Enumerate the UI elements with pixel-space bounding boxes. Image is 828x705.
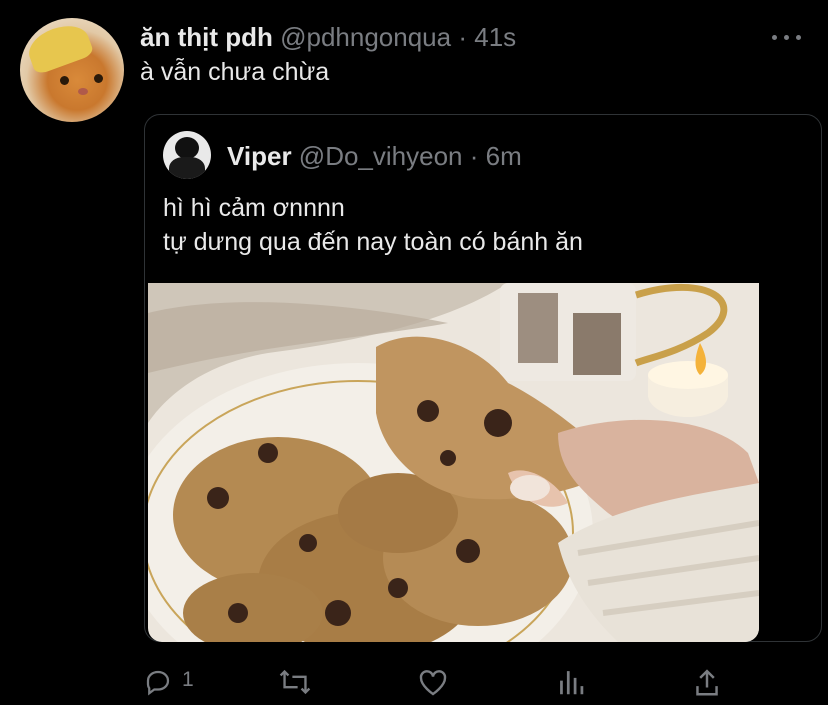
cookies-photo-illustration xyxy=(148,283,759,642)
cat-nose xyxy=(78,88,88,95)
quoted-display-name[interactable]: Viper xyxy=(227,141,292,171)
more-options-icon[interactable] xyxy=(772,30,802,44)
tweet-timestamp[interactable]: 41s xyxy=(474,22,516,52)
quoted-timestamp[interactable]: 6m xyxy=(486,141,522,171)
cat-eye-left xyxy=(60,76,69,85)
tweet-text: à vẫn chưa chừa xyxy=(140,58,330,86)
author-handle[interactable]: @pdhngonqua xyxy=(280,22,451,52)
author-display-name[interactable]: ăn thịt pdh xyxy=(140,22,273,52)
banana-peel xyxy=(23,18,95,76)
tweet-header: ăn thịt pdh @pdhngonqua · 41s xyxy=(140,22,516,53)
like-icon[interactable] xyxy=(417,667,449,697)
author-avatar[interactable] xyxy=(20,18,124,122)
retweet-icon[interactable] xyxy=(278,667,312,697)
reply-icon[interactable] xyxy=(143,667,173,697)
meta-separator: · xyxy=(458,22,467,52)
share-icon[interactable] xyxy=(693,667,721,697)
cookies-photo[interactable] xyxy=(148,283,759,642)
quoted-tweet-text: hì hì cảm ơnnnn tự dưng qua đến nay toàn… xyxy=(163,194,583,256)
cat-eye-right xyxy=(94,74,103,83)
quoted-tweet-card[interactable]: Viper @Do_vihyeon · 6m hì hì cảm ơnnnn t… xyxy=(144,114,822,642)
analytics-icon[interactable] xyxy=(557,667,585,697)
quoted-meta-separator: · xyxy=(469,141,479,171)
quoted-author-avatar[interactable] xyxy=(163,131,211,179)
quoted-handle[interactable]: @Do_vihyeon xyxy=(299,141,463,171)
reply-count: 1 xyxy=(182,668,194,691)
quoted-tweet-header: Viper @Do_vihyeon · 6m xyxy=(227,141,522,172)
